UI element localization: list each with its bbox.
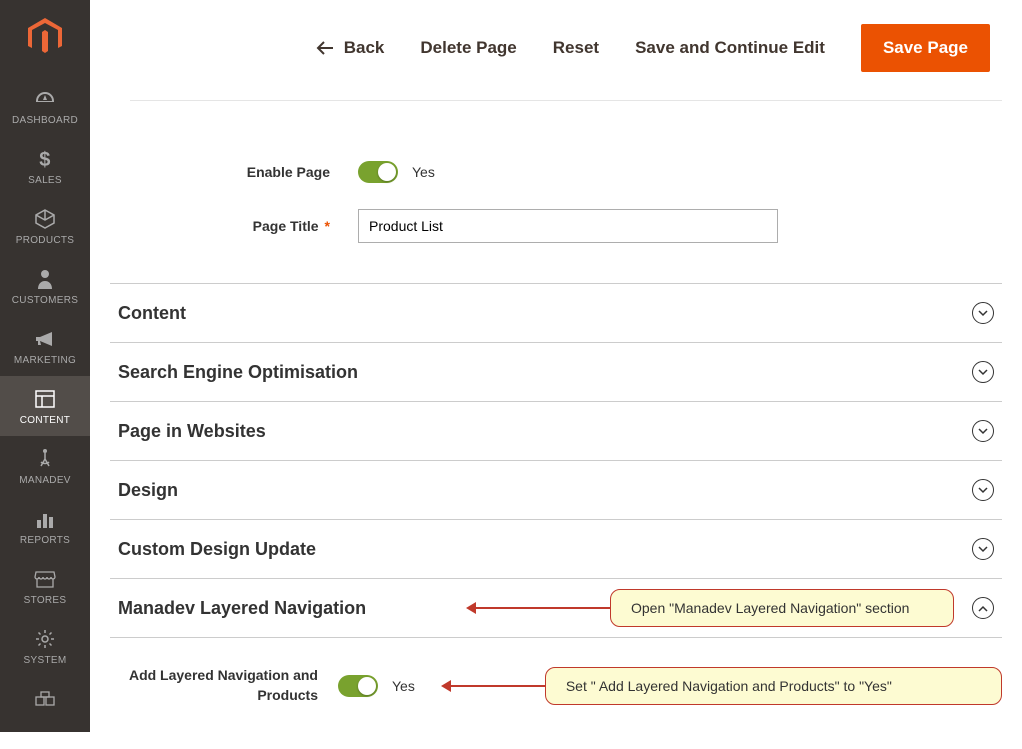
chevron-up-icon [972, 597, 994, 619]
accordion-title: Design [118, 480, 178, 501]
magento-logo[interactable] [0, 0, 90, 76]
arrow-icon [470, 607, 610, 609]
accordion-manadev-layered-nav[interactable]: Manadev Layered Navigation Open "Manadev… [110, 579, 1002, 638]
sidebar-item-dashboard[interactable]: DASHBOARD [0, 76, 90, 136]
accordion-design[interactable]: Design [110, 461, 1002, 520]
sidebar-item-manadev[interactable]: MANADEV [0, 436, 90, 496]
sidebar-item-label: DASHBOARD [12, 115, 78, 126]
chevron-down-icon [972, 302, 994, 324]
callout-text: Open "Manadev Layered Navigation" sectio… [610, 589, 954, 627]
page-title-label: Page Title* [130, 218, 358, 234]
sidebar-item-stores[interactable]: STORES [0, 556, 90, 616]
person-icon [37, 268, 53, 290]
callout-text: Set " Add Layered Navigation and Product… [545, 667, 1002, 705]
sidebar-item-customers[interactable]: CUSTOMERS [0, 256, 90, 316]
sidebar-item-label: PRODUCTS [16, 235, 75, 246]
page-form: Enable Page Yes Page Title* [110, 161, 1002, 243]
sidebar-item-label: STORES [24, 595, 67, 606]
bar-chart-icon [35, 508, 55, 530]
megaphone-icon [34, 328, 56, 350]
enable-page-value: Yes [412, 164, 435, 180]
store-icon [34, 568, 56, 590]
page-title-input[interactable] [358, 209, 778, 243]
sidebar-item-content[interactable]: CONTENT [0, 376, 90, 436]
save-page-button[interactable]: Save Page [861, 24, 990, 72]
annotation-set-yes: Set " Add Layered Navigation and Product… [445, 667, 1002, 705]
dollar-icon: $ [38, 148, 52, 170]
back-button[interactable]: Back [316, 38, 385, 58]
enable-page-toggle[interactable] [358, 161, 398, 183]
enable-page-label: Enable Page [130, 164, 358, 180]
box-icon [35, 208, 55, 230]
accordion-page-in-websites[interactable]: Page in Websites [110, 402, 1002, 461]
sidebar-item-label: CUSTOMERS [12, 295, 78, 306]
accordion-title: Page in Websites [118, 421, 266, 442]
enable-page-row: Enable Page Yes [130, 161, 982, 183]
chevron-down-icon [972, 538, 994, 560]
arrow-left-icon [316, 41, 334, 55]
sidebar-item-system[interactable]: SYSTEM [0, 616, 90, 676]
sidebar-item-marketing[interactable]: MARKETING [0, 316, 90, 376]
svg-text:$: $ [39, 149, 50, 170]
manadev-icon [37, 448, 53, 470]
accordion-title: Custom Design Update [118, 539, 316, 560]
toggle-knob [358, 677, 376, 695]
sidebar-item-label: MARKETING [14, 355, 76, 366]
blocks-icon [35, 688, 55, 710]
delete-page-button[interactable]: Delete Page [420, 38, 516, 58]
magento-logo-icon [28, 18, 62, 56]
add-layered-nav-label: Add Layered Navigation and Products [110, 666, 338, 705]
accordion-title: Search Engine Optimisation [118, 362, 358, 383]
layout-icon [35, 388, 55, 410]
accordion-custom-design-update[interactable]: Custom Design Update [110, 520, 1002, 579]
page-title-row: Page Title* [130, 209, 982, 243]
add-layered-nav-toggle[interactable] [338, 675, 378, 697]
gear-icon [35, 628, 55, 650]
accordion-title: Content [118, 303, 186, 324]
toggle-knob [378, 163, 396, 181]
sidebar-item-label: MANADEV [19, 475, 71, 486]
sidebar-item-products[interactable]: PRODUCTS [0, 196, 90, 256]
sidebar-item-sales[interactable]: $ SALES [0, 136, 90, 196]
chevron-down-icon [972, 479, 994, 501]
sidebar-item-reports[interactable]: REPORTS [0, 496, 90, 556]
page-toolbar: Back Delete Page Reset Save and Continue… [130, 0, 1002, 101]
sidebar-item-label: SYSTEM [24, 655, 67, 666]
accordion-content[interactable]: Content [110, 283, 1002, 343]
add-layered-nav-row: Add Layered Navigation and Products Yes … [110, 666, 1002, 705]
accordion-title: Manadev Layered Navigation [118, 598, 366, 619]
accordion-manadev-body: Add Layered Navigation and Products Yes … [110, 638, 1002, 709]
back-button-label: Back [344, 38, 385, 58]
sidebar-item-label: CONTENT [20, 415, 70, 426]
sidebar-item-label: SALES [28, 175, 62, 186]
page-accordion: Content Search Engine Optimisation Page … [110, 283, 1002, 709]
accordion-seo[interactable]: Search Engine Optimisation [110, 343, 1002, 402]
required-star-icon: * [325, 218, 330, 234]
arrow-icon [445, 685, 545, 687]
reset-button[interactable]: Reset [553, 38, 599, 58]
sidebar-item-label: REPORTS [20, 535, 70, 546]
annotation-open-section: Open "Manadev Layered Navigation" sectio… [470, 589, 954, 627]
add-layered-nav-value: Yes [392, 678, 415, 694]
chevron-down-icon [972, 420, 994, 442]
admin-sidebar: DASHBOARD $ SALES PRODUCTS CUSTOMERS MAR… [0, 0, 90, 732]
main-content: Back Delete Page Reset Save and Continue… [90, 0, 1022, 749]
sidebar-item-extensions[interactable] [0, 676, 90, 725]
save-continue-button[interactable]: Save and Continue Edit [635, 38, 825, 58]
chevron-down-icon [972, 361, 994, 383]
dashboard-icon [34, 88, 56, 110]
